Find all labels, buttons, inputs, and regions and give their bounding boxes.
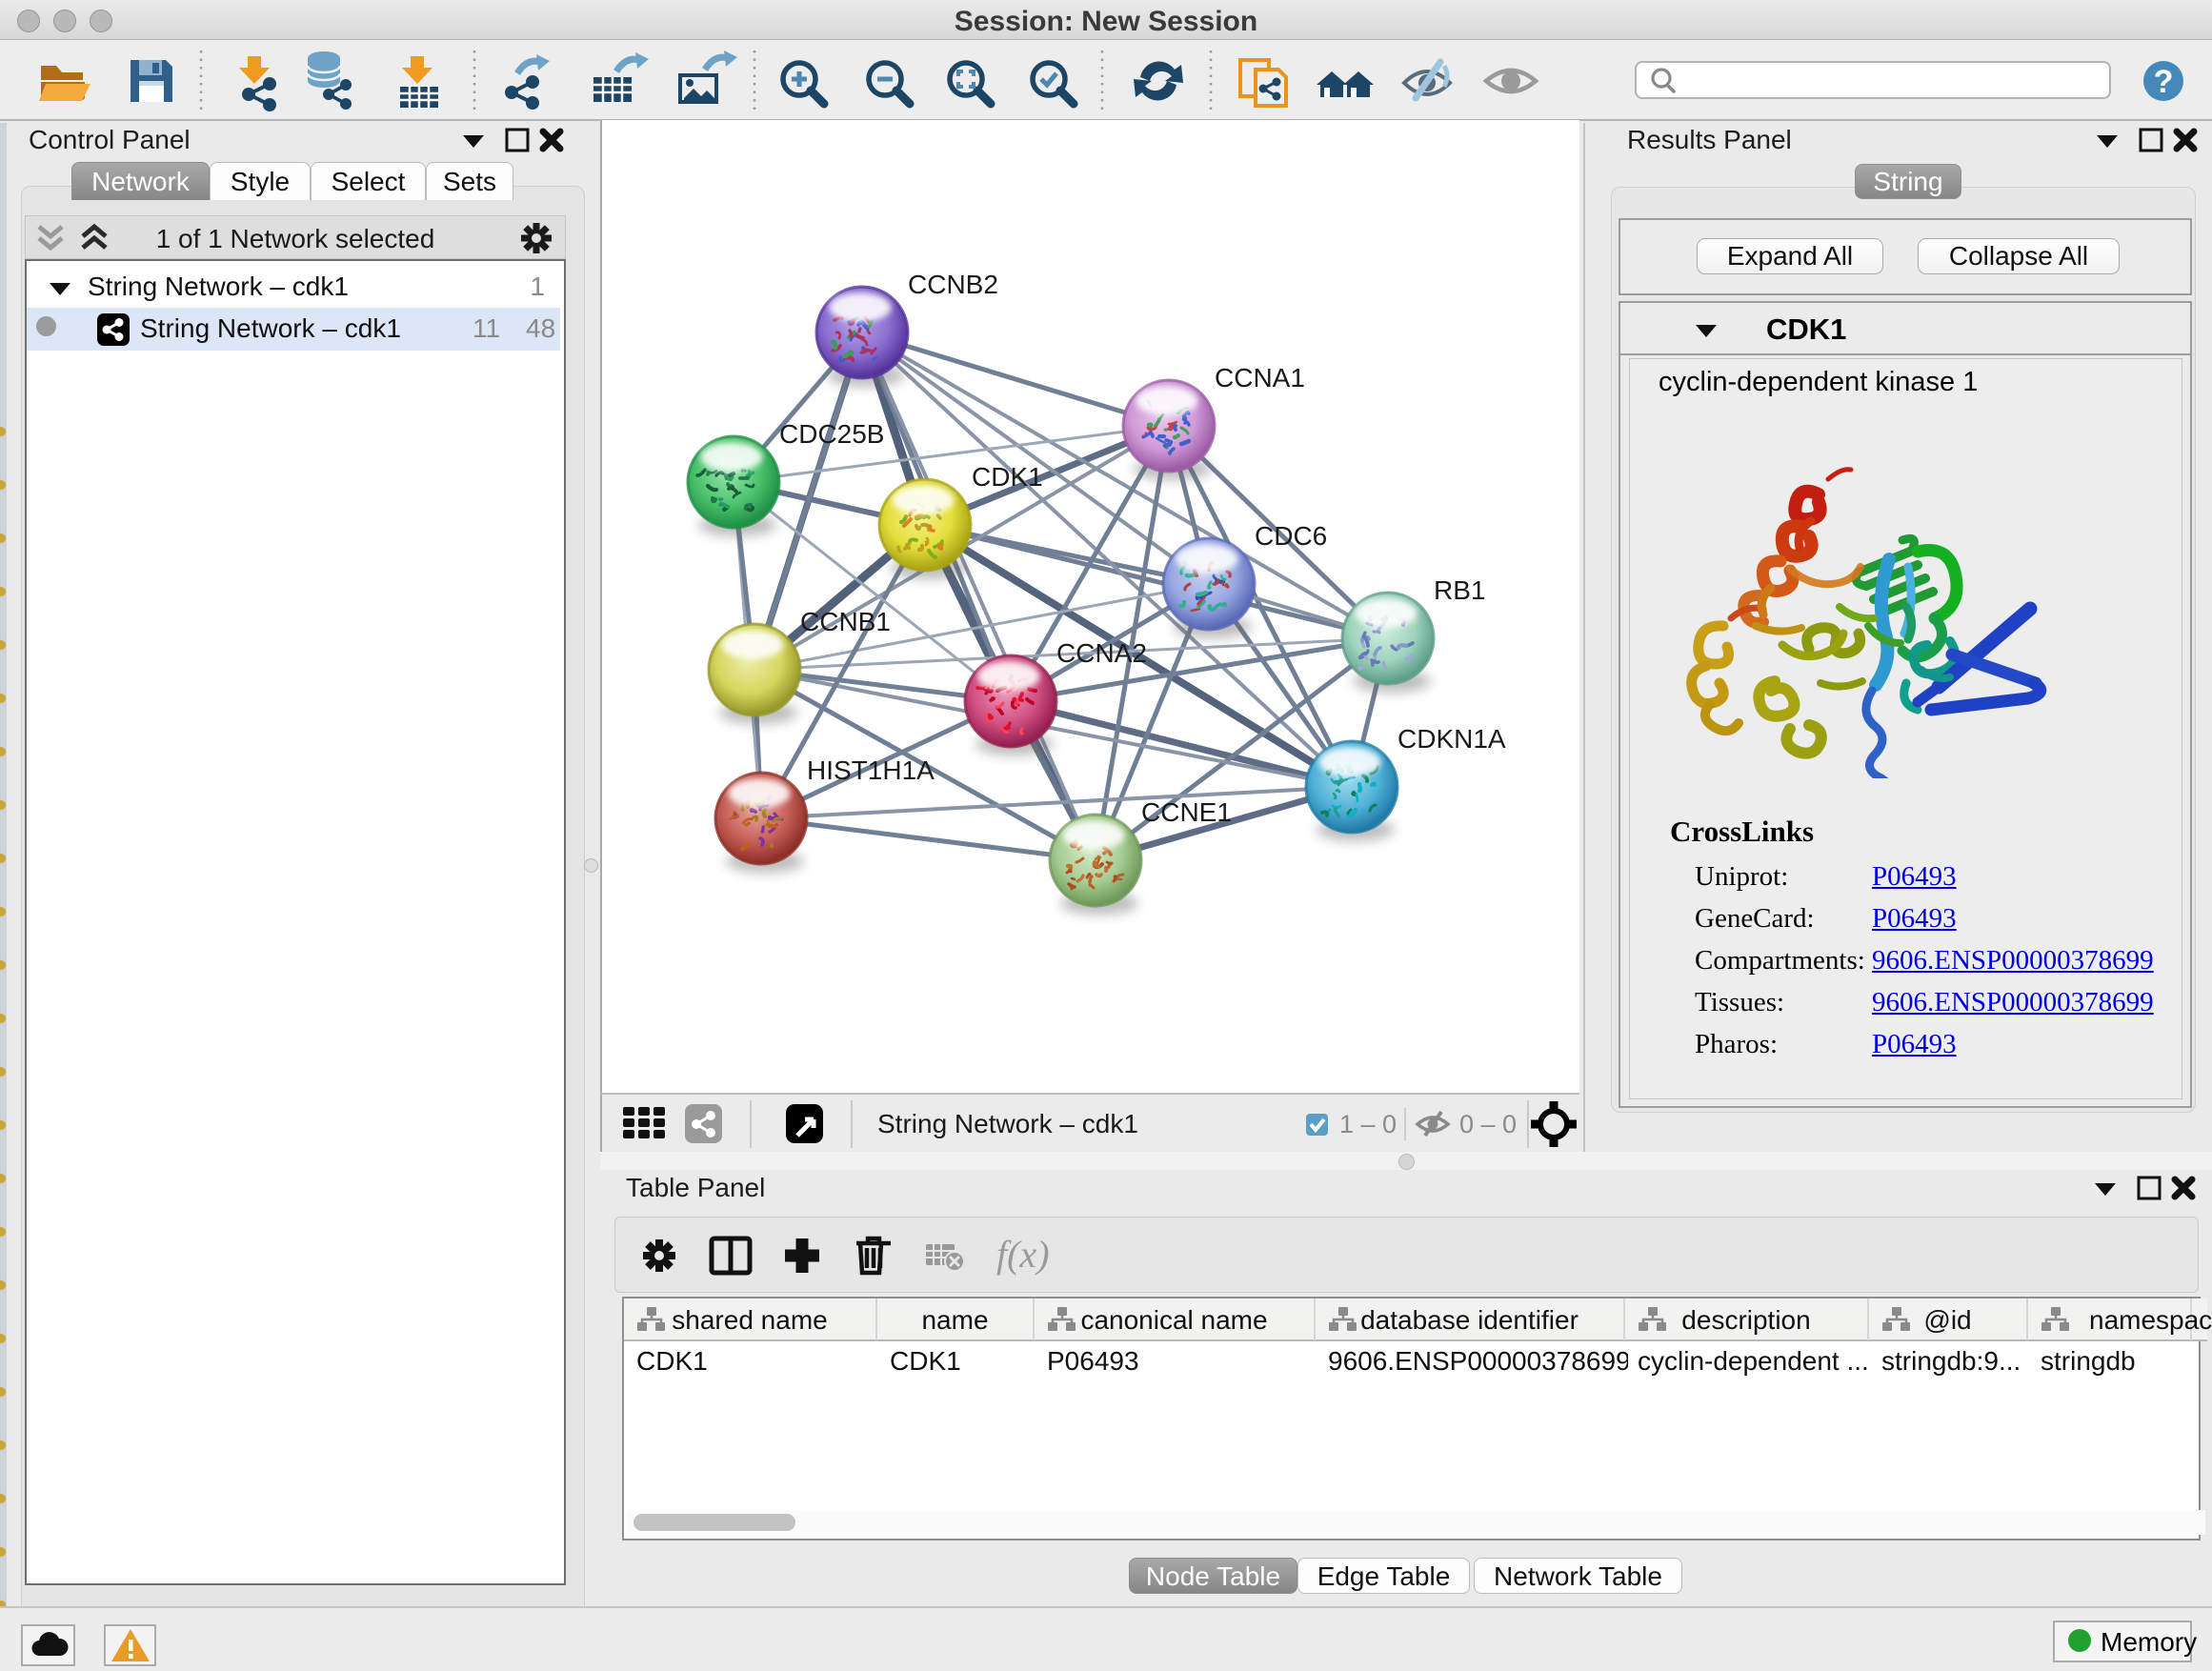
svg-text:?: ?: [2154, 64, 2174, 100]
svg-text:0 – 0: 0 – 0: [1459, 1110, 1517, 1138]
svg-text:HIST1H1A: HIST1H1A: [807, 755, 935, 785]
svg-text:CDC6: CDC6: [1255, 521, 1327, 551]
svg-text:CCNB2: CCNB2: [908, 270, 998, 299]
svg-text:CCNA2: CCNA2: [1056, 638, 1147, 668]
svg-text:String Network – cdk1: String Network – cdk1: [877, 1109, 1138, 1138]
svg-text:CCNA1: CCNA1: [1215, 363, 1305, 393]
svg-text:CDC25B: CDC25B: [779, 419, 884, 449]
svg-text:RB1: RB1: [1434, 575, 1485, 605]
svg-text:f(x): f(x): [996, 1233, 1050, 1276]
svg-text:CCNB1: CCNB1: [800, 607, 891, 636]
svg-text:1 – 0: 1 – 0: [1339, 1110, 1397, 1138]
svg-text:CDK1: CDK1: [972, 462, 1043, 492]
svg-text:CDKN1A: CDKN1A: [1398, 724, 1506, 754]
svg-text:CCNE1: CCNE1: [1141, 797, 1232, 827]
